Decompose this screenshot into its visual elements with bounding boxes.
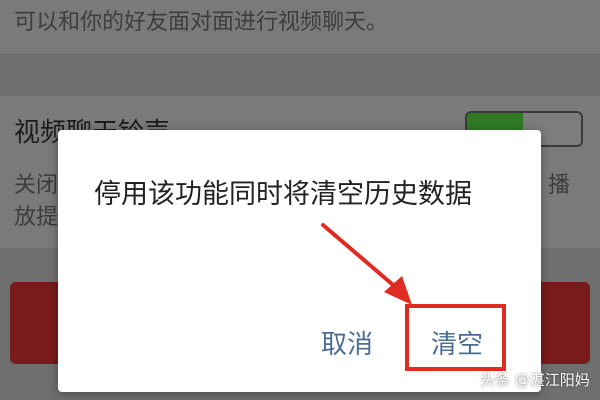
annotation-highlight-box [405, 304, 506, 371]
ringtone-setting-description-line2: 放提 [14, 205, 59, 230]
ringtone-setting-description: 关闭 [14, 173, 59, 198]
clear-history-button-edge[interactable] [534, 282, 590, 364]
watermark: 头条 @湛江阳妈 [480, 371, 590, 389]
video-chat-description: 可以和你的好友面对面进行视频聊天。 [14, 10, 389, 35]
video-chat-description-section: 可以和你的好友面对面进行视频聊天。 [0, 0, 600, 54]
dialog-message: 停用该功能同时将清空历史数据 [94, 179, 472, 210]
section-divider [0, 54, 600, 97]
app-screen: 可以和你的好友面对面进行视频聊天。 视频聊天铃声 关闭 放提 播 停用该功能同时… [0, 0, 600, 400]
cancel-button[interactable]: 取消 [321, 324, 373, 361]
ringtone-setting-description-right: 播 [548, 173, 571, 198]
